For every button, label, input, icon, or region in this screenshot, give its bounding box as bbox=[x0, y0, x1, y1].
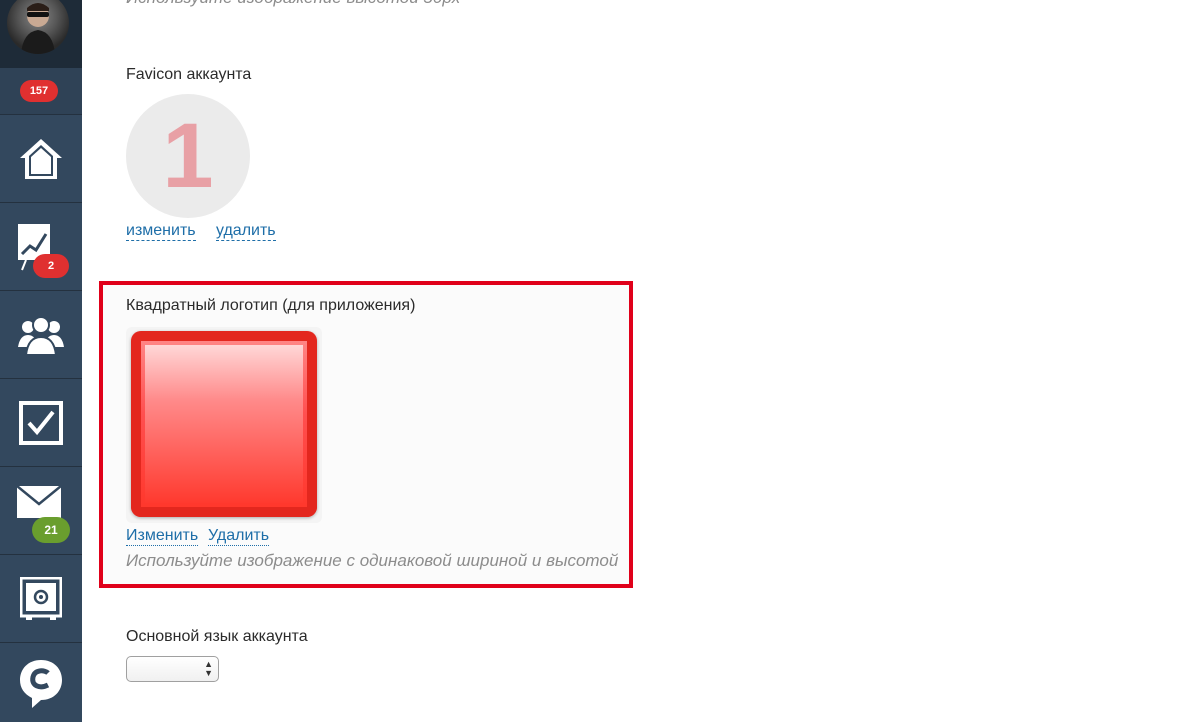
checkbox-icon bbox=[19, 400, 63, 445]
select-arrows-icon: ▲ ▼ bbox=[204, 659, 213, 678]
mail-badge: 21 bbox=[32, 517, 70, 543]
logo-height-hint: Используйте изображение высотой 50px bbox=[126, 0, 460, 8]
square-logo-change-link[interactable]: Изменить bbox=[126, 527, 199, 546]
square-logo-preview bbox=[126, 327, 322, 523]
favicon-preview: 1 bbox=[126, 94, 250, 218]
square-logo-label: Квадратный логотип (для приложения) bbox=[126, 297, 416, 314]
sidebar-item-home[interactable] bbox=[0, 115, 82, 203]
reports-badge: 2 bbox=[33, 254, 69, 278]
favicon-char: 1 bbox=[162, 105, 214, 207]
sidebar: 157 2 21 bbox=[0, 0, 82, 722]
language-select[interactable]: ▲ ▼ bbox=[126, 656, 219, 682]
square-logo-hint: Используйте изображение с одинаковой шир… bbox=[126, 551, 619, 570]
users-icon bbox=[18, 315, 64, 355]
notifications-row[interactable]: 157 bbox=[0, 68, 82, 115]
safe-icon bbox=[20, 576, 62, 620]
language-label: Основной язык аккаунта bbox=[126, 628, 308, 645]
account-settings-content: Используйте изображение высотой 50px Fav… bbox=[82, 0, 1200, 722]
favicon-change-link[interactable]: изменить bbox=[126, 222, 196, 241]
sidebar-item-chat[interactable] bbox=[0, 643, 82, 722]
home-icon bbox=[20, 138, 62, 179]
sidebar-item-safe[interactable] bbox=[0, 555, 82, 643]
favicon-delete-link[interactable]: удалить bbox=[216, 222, 276, 241]
mail-icon bbox=[17, 485, 61, 518]
square-logo-image bbox=[131, 331, 317, 517]
chat-icon bbox=[20, 659, 62, 708]
favicon-label: Favicon аккаунта bbox=[126, 66, 252, 83]
notifications-count-badge[interactable]: 157 bbox=[20, 80, 58, 102]
sidebar-item-tasks[interactable] bbox=[0, 379, 82, 467]
sidebar-item-mail[interactable]: 21 bbox=[0, 467, 82, 555]
avatar-container[interactable] bbox=[0, 0, 82, 68]
sidebar-item-clients[interactable] bbox=[0, 291, 82, 379]
avatar[interactable] bbox=[7, 0, 69, 54]
square-logo-delete-link[interactable]: Удалить bbox=[208, 527, 270, 546]
sidebar-item-reports[interactable]: 2 bbox=[0, 203, 82, 291]
